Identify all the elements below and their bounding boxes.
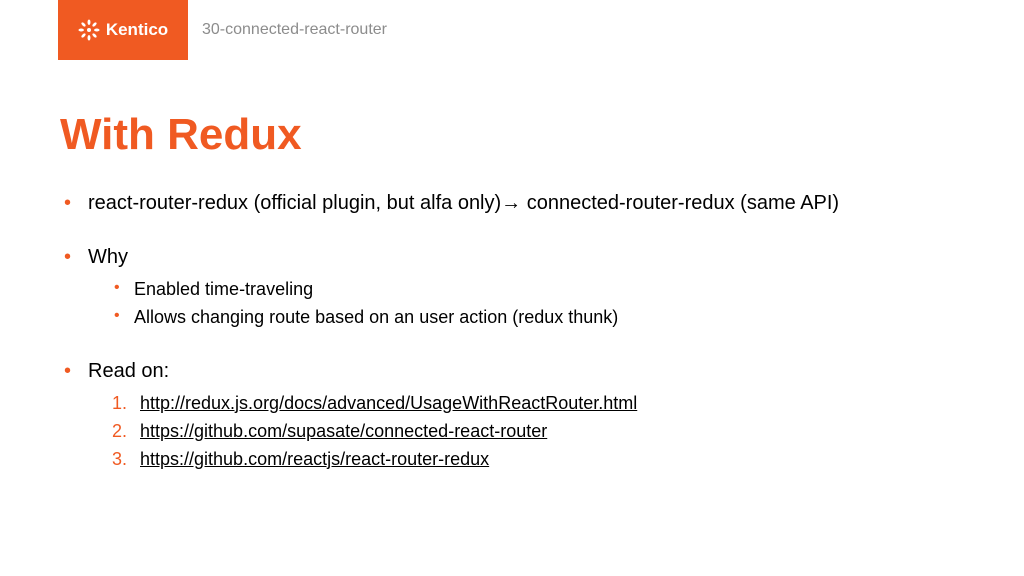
header: Kentico 30-connected-react-router xyxy=(0,0,1024,60)
bullet-list: react-router-redux (official plugin, but… xyxy=(60,188,964,473)
link[interactable]: https://github.com/supasate/connected-re… xyxy=(140,421,547,441)
link-list: http://redux.js.org/docs/advanced/UsageW… xyxy=(112,390,964,474)
link[interactable]: https://github.com/reactjs/react-router-… xyxy=(140,449,489,469)
list-item: Why Enabled time-traveling Allows changi… xyxy=(60,242,964,332)
list-item-text: Why xyxy=(88,246,128,268)
breadcrumb: 30-connected-react-router xyxy=(202,21,387,39)
list-item-text: react-router-redux (official plugin, but… xyxy=(88,192,839,214)
link[interactable]: http://redux.js.org/docs/advanced/UsageW… xyxy=(140,393,637,413)
asterisk-icon xyxy=(78,19,100,41)
sub-list-item: Allows changing route based on an user a… xyxy=(112,304,964,332)
sub-list-item: Enabled time-traveling xyxy=(112,276,964,304)
link-item: https://github.com/supasate/connected-re… xyxy=(112,418,964,446)
brand-name: Kentico xyxy=(106,20,168,40)
link-item: http://redux.js.org/docs/advanced/UsageW… xyxy=(112,390,964,418)
sub-list: Enabled time-traveling Allows changing r… xyxy=(112,276,964,332)
list-item: Read on: http://redux.js.org/docs/advanc… xyxy=(60,356,964,474)
link-item: https://github.com/reactjs/react-router-… xyxy=(112,446,964,474)
slide-content: With Redux react-router-redux (official … xyxy=(0,60,1024,473)
list-item: react-router-redux (official plugin, but… xyxy=(60,188,964,218)
list-item-text: Read on: xyxy=(88,360,169,382)
brand-logo: Kentico xyxy=(58,0,188,60)
slide-title: With Redux xyxy=(60,110,964,160)
